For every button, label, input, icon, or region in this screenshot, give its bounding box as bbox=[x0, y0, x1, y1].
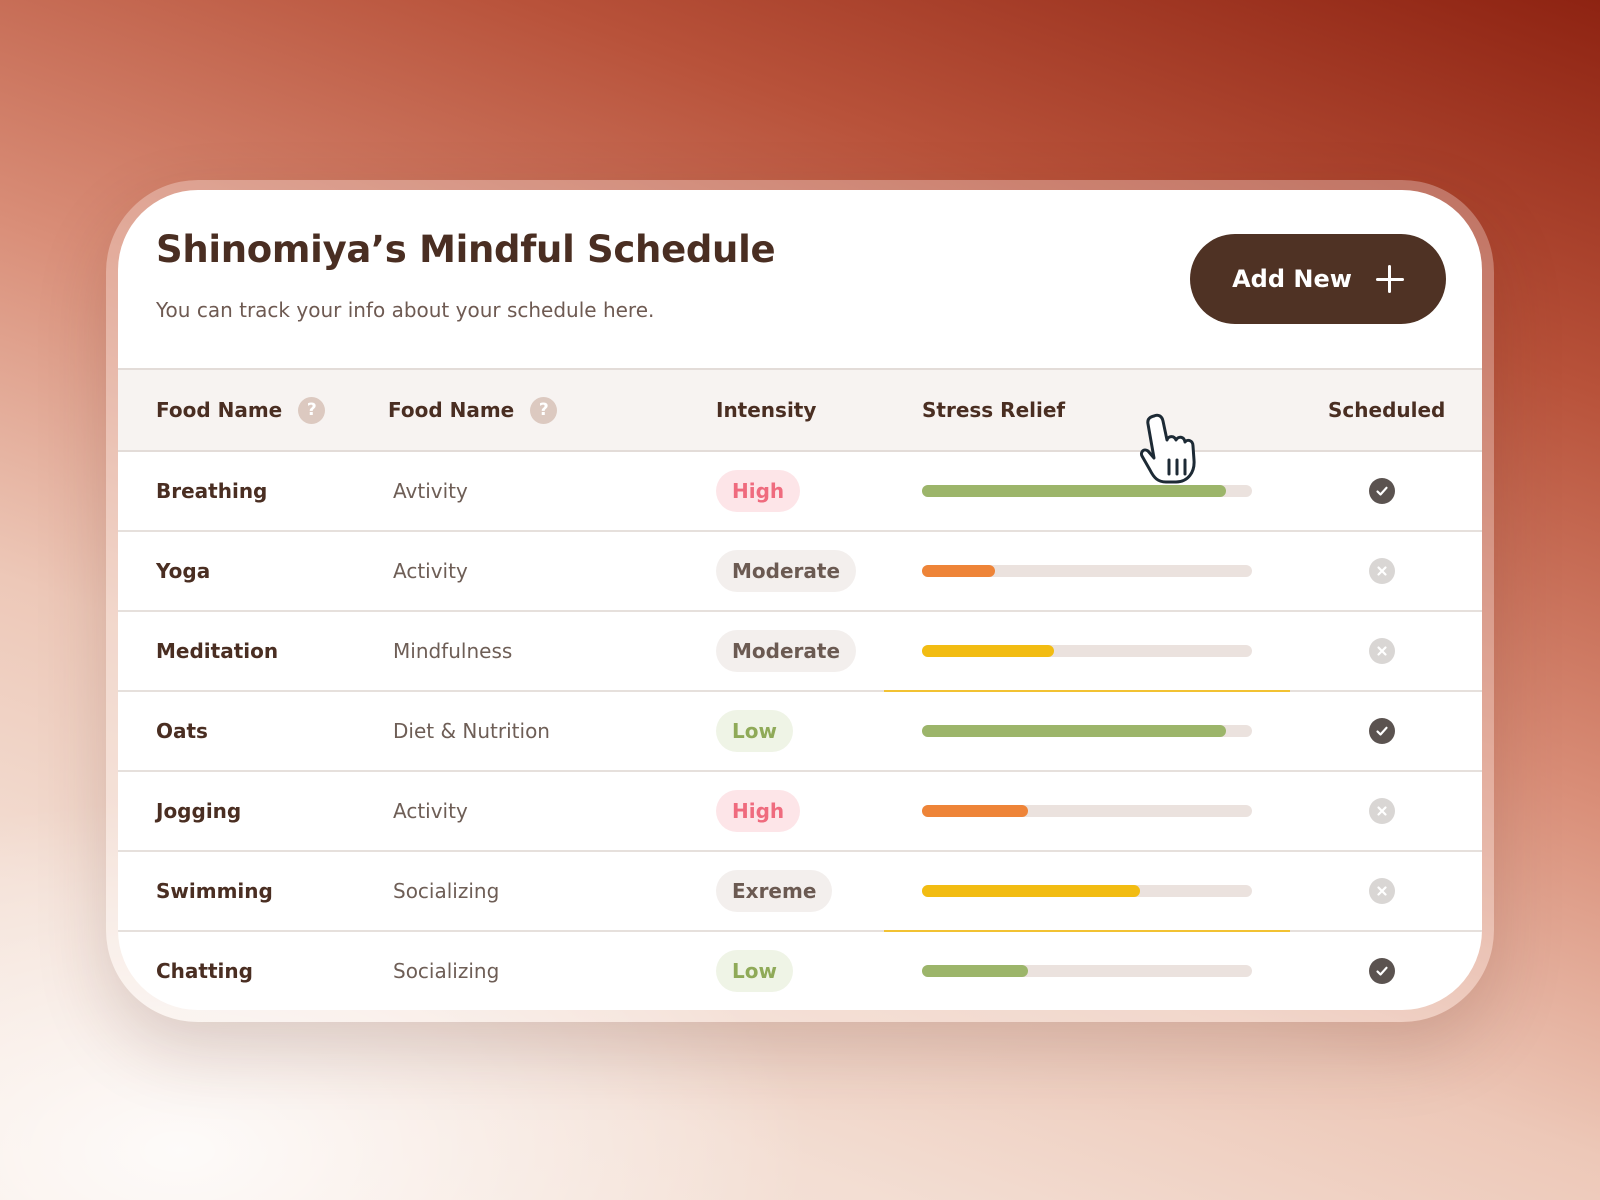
column-label: Scheduled bbox=[1328, 398, 1446, 422]
question-circle-icon[interactable]: ? bbox=[530, 396, 558, 424]
stress-relief-track bbox=[922, 725, 1252, 737]
question-circle-icon[interactable]: ? bbox=[298, 396, 326, 424]
scheduled-cell bbox=[1362, 452, 1402, 530]
stress-relief-cell bbox=[922, 612, 1252, 690]
intensity-badge: Low bbox=[716, 710, 793, 752]
table-row[interactable]: Breathing Avtivity High bbox=[118, 452, 1482, 532]
check-circle-icon[interactable] bbox=[1369, 958, 1395, 984]
intensity-badge: Moderate bbox=[716, 550, 857, 592]
stress-relief-fill bbox=[922, 725, 1226, 737]
stress-relief-fill bbox=[922, 805, 1028, 817]
scheduled-cell bbox=[1362, 692, 1402, 770]
table-row[interactable]: Jogging Activity High bbox=[118, 772, 1482, 852]
add-new-button[interactable]: Add New bbox=[1190, 234, 1446, 324]
scheduled-cell bbox=[1362, 932, 1402, 1010]
stress-relief-fill bbox=[922, 565, 995, 577]
hand-pointer-icon bbox=[1140, 413, 1196, 484]
activity-category: Socializing bbox=[393, 879, 500, 903]
column-header-stress-relief[interactable]: Stress Relief bbox=[922, 370, 1065, 450]
scheduled-cell bbox=[1362, 772, 1402, 850]
activity-name: Oats bbox=[156, 719, 208, 743]
intensity-badge: Exreme bbox=[716, 870, 833, 912]
stress-relief-cell bbox=[922, 772, 1252, 850]
activity-name: Breathing bbox=[156, 479, 268, 503]
table-body: Breathing Avtivity High Yoga Activity Moderat… bbox=[118, 452, 1482, 1010]
activity-category: Diet & Nutrition bbox=[393, 719, 550, 743]
stress-relief-cell bbox=[922, 452, 1252, 530]
activity-category: Avtivity bbox=[393, 479, 468, 503]
table-header: Food Name ? Food Name ? Intensity Stress… bbox=[118, 368, 1482, 452]
table-row[interactable]: Chatting Socializing Low bbox=[118, 932, 1482, 1010]
column-label: Food Name bbox=[388, 398, 515, 422]
activity-category: Activity bbox=[393, 559, 468, 583]
activity-category: Mindfulness bbox=[393, 639, 513, 663]
stress-relief-cell bbox=[922, 532, 1252, 610]
table-row[interactable]: Yoga Activity Moderate bbox=[118, 532, 1482, 612]
activity-name: Yoga bbox=[156, 559, 211, 583]
table-row[interactable]: Swimming Socializing Exreme bbox=[118, 852, 1482, 932]
intensity-badge: Moderate bbox=[716, 630, 857, 672]
schedule-table: Food Name ? Food Name ? Intensity Stress… bbox=[118, 368, 1482, 1010]
activity-name: Meditation bbox=[156, 639, 279, 663]
stress-relief-cell bbox=[922, 852, 1252, 930]
check-circle-icon[interactable] bbox=[1369, 718, 1395, 744]
column-label: Intensity bbox=[716, 398, 817, 422]
scheduled-cell bbox=[1362, 852, 1402, 930]
column-header-scheduled[interactable]: Scheduled bbox=[1328, 370, 1445, 450]
x-circle-icon[interactable] bbox=[1369, 798, 1395, 824]
intensity-cell: Low bbox=[716, 932, 793, 1010]
intensity-cell: Moderate bbox=[716, 612, 857, 690]
stress-relief-track bbox=[922, 485, 1252, 497]
intensity-cell: High bbox=[716, 452, 801, 530]
scheduled-cell bbox=[1362, 532, 1402, 610]
x-circle-icon[interactable] bbox=[1369, 558, 1395, 584]
column-label: Stress Relief bbox=[922, 398, 1066, 422]
intensity-cell: Moderate bbox=[716, 532, 857, 610]
stress-relief-cell bbox=[922, 692, 1252, 770]
plus-icon bbox=[1375, 265, 1404, 293]
stress-relief-track bbox=[922, 565, 1252, 577]
check-circle-icon[interactable] bbox=[1369, 478, 1395, 504]
column-header-food-name[interactable]: Food Name ? bbox=[156, 370, 326, 450]
intensity-badge: Low bbox=[716, 950, 793, 992]
intensity-cell: Exreme bbox=[716, 852, 833, 930]
stress-relief-fill bbox=[922, 645, 1054, 657]
activity-name: Jogging bbox=[156, 799, 242, 823]
page-subtitle: You can track your info about your sched… bbox=[156, 298, 655, 322]
add-new-label: Add New bbox=[1232, 265, 1352, 293]
page-title: Shinomiya’s Mindful Schedule bbox=[156, 228, 776, 271]
intensity-badge: High bbox=[716, 470, 801, 512]
column-header-intensity[interactable]: Intensity bbox=[716, 370, 816, 450]
stress-relief-cell bbox=[922, 932, 1252, 1010]
column-header-food-name-2[interactable]: Food Name ? bbox=[388, 370, 558, 450]
intensity-cell: High bbox=[716, 772, 801, 850]
x-circle-icon[interactable] bbox=[1369, 638, 1395, 664]
activity-name: Chatting bbox=[156, 959, 253, 983]
x-circle-icon[interactable] bbox=[1369, 878, 1395, 904]
stress-relief-track bbox=[922, 965, 1252, 977]
stress-relief-track bbox=[922, 885, 1252, 897]
scheduled-cell bbox=[1362, 612, 1402, 690]
activity-name: Swimming bbox=[156, 879, 273, 903]
stress-relief-track bbox=[922, 805, 1252, 817]
activity-category: Activity bbox=[393, 799, 468, 823]
table-row[interactable]: Meditation Mindfulness Moderate bbox=[118, 612, 1482, 692]
intensity-cell: Low bbox=[716, 692, 793, 770]
schedule-card: Shinomiya’s Mindful Schedule You can tra… bbox=[118, 190, 1482, 1010]
column-label: Food Name bbox=[156, 398, 283, 422]
stress-relief-track bbox=[922, 645, 1252, 657]
stress-relief-fill bbox=[922, 485, 1226, 497]
table-row[interactable]: Oats Diet & Nutrition Low bbox=[118, 692, 1482, 772]
intensity-badge: High bbox=[716, 790, 801, 832]
stress-relief-fill bbox=[922, 965, 1028, 977]
activity-category: Socializing bbox=[393, 959, 500, 983]
stress-relief-fill bbox=[922, 885, 1140, 897]
